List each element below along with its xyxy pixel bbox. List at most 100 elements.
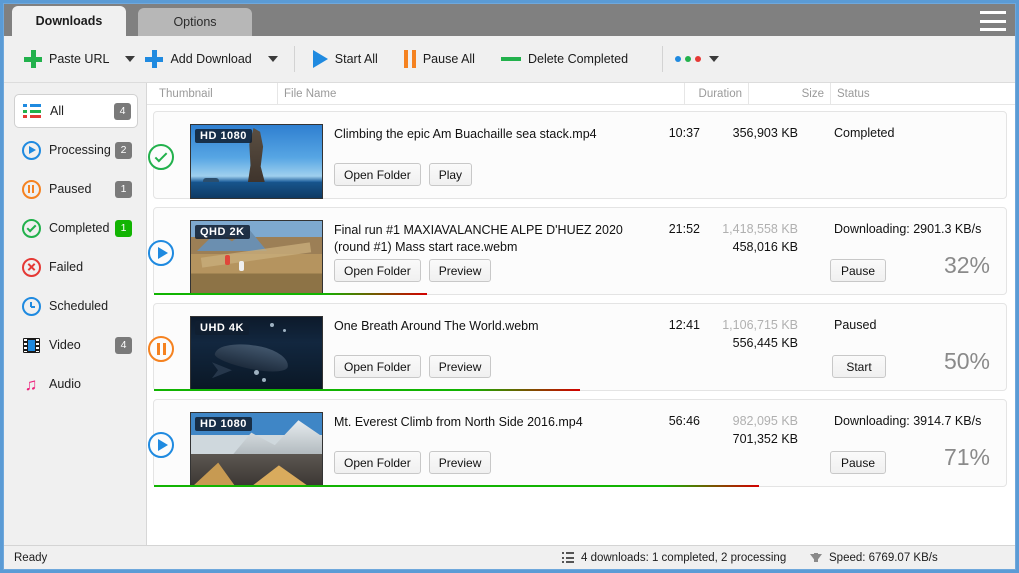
status-speed-text: Speed: 6769.07 KB/s bbox=[829, 551, 938, 564]
hamburger-line bbox=[980, 28, 1006, 31]
status-text: Downloading: 2901.3 KB/s bbox=[834, 222, 982, 236]
file-name: Final run #1 MAXIAVALANCHE ALPE D'HUEZ 2… bbox=[334, 223, 623, 254]
duration-value: 56:46 bbox=[668, 414, 700, 428]
plus-icon bbox=[145, 50, 164, 68]
column-header-status[interactable]: Status bbox=[830, 82, 1015, 105]
sidebar-item-paused[interactable]: Paused 1 bbox=[14, 172, 138, 206]
pause-icon bbox=[403, 50, 416, 68]
sidebar-item-label: Failed bbox=[49, 260, 84, 274]
open-folder-button[interactable]: Open Folder bbox=[334, 451, 421, 474]
open-folder-button[interactable]: Open Folder bbox=[334, 355, 421, 378]
open-folder-button[interactable]: Open Folder bbox=[334, 163, 421, 186]
paste-url-button[interactable]: Paste URL bbox=[18, 42, 115, 76]
column-header-file-name[interactable]: File Name bbox=[277, 82, 684, 105]
play-button[interactable]: Play bbox=[428, 163, 473, 186]
column-header-size[interactable]: Size bbox=[748, 82, 830, 105]
size-downloaded-value: 458,016 KB bbox=[732, 240, 798, 254]
add-download-button[interactable]: Add Download bbox=[139, 42, 257, 76]
thumbnail[interactable]: QHD 2K bbox=[190, 220, 323, 295]
table-row[interactable]: HD 1080 Mt. Everest Climb from North Sid… bbox=[148, 399, 1007, 487]
play-circle-icon bbox=[20, 139, 42, 161]
clock-icon bbox=[20, 295, 42, 317]
sidebar-item-scheduled[interactable]: Scheduled bbox=[14, 289, 138, 323]
start-all-button[interactable]: Start All bbox=[307, 42, 384, 76]
list-icon bbox=[21, 100, 43, 122]
sidebar-item-failed[interactable]: Failed bbox=[14, 250, 138, 284]
delete-completed-button[interactable]: Delete Completed bbox=[495, 42, 634, 76]
music-note-icon: ♫ bbox=[24, 374, 38, 394]
preview-button[interactable]: Preview bbox=[428, 259, 492, 282]
start-button[interactable]: Start bbox=[832, 355, 886, 378]
check-circle-icon bbox=[20, 217, 42, 239]
overflow-chevron-down-icon[interactable] bbox=[709, 56, 720, 62]
error-circle-icon bbox=[20, 256, 42, 278]
sidebar-item-label: All bbox=[50, 104, 64, 118]
thumbnail[interactable]: HD 1080 bbox=[190, 124, 323, 199]
sidebar-item-label: Completed bbox=[49, 221, 110, 235]
tab-options[interactable]: Options bbox=[138, 8, 252, 36]
column-header-duration[interactable]: Duration bbox=[684, 82, 748, 105]
row-actions: Open Folder Preview bbox=[334, 355, 492, 378]
hamburger-menu-icon[interactable] bbox=[980, 11, 1006, 31]
status-ready-text: Ready bbox=[14, 551, 48, 564]
play-circle-icon[interactable] bbox=[148, 240, 174, 266]
sidebar-item-processing[interactable]: Processing 2 bbox=[14, 133, 138, 167]
download-rows: HD 1080 Climbing the epic Am Buachaille … bbox=[147, 105, 1015, 545]
list-icon bbox=[562, 552, 574, 563]
thumbnail[interactable]: HD 1080 bbox=[190, 412, 323, 487]
pause-all-button[interactable]: Pause All bbox=[398, 42, 481, 76]
preview-button[interactable]: Preview bbox=[428, 355, 492, 378]
toolbar-divider bbox=[293, 46, 295, 72]
preview-button[interactable]: Preview bbox=[428, 451, 492, 474]
check-circle-icon bbox=[148, 144, 174, 170]
progress-bar bbox=[154, 293, 427, 295]
film-icon bbox=[20, 334, 42, 356]
table-row[interactable]: HD 1080 Climbing the epic Am Buachaille … bbox=[148, 111, 1007, 199]
toolbar: Paste URL Add Download Start All Pause A… bbox=[4, 36, 1015, 83]
table-row[interactable]: QHD 2K Final run #1 MAXIAVALANCHE ALPE D… bbox=[148, 207, 1007, 295]
file-name: One Breath Around The World.webm bbox=[334, 319, 539, 333]
size-total-value: 1,418,558 KB bbox=[722, 222, 798, 236]
overflow-menu-button[interactable] bbox=[675, 42, 729, 76]
sidebar-item-label: Scheduled bbox=[49, 299, 109, 313]
status-speed: Speed: 6769.07 KB/s bbox=[810, 552, 938, 564]
duration-value: 10:37 bbox=[668, 126, 700, 140]
paste-url-dropdown-chevron-down-icon[interactable] bbox=[125, 56, 136, 62]
open-folder-button[interactable]: Open Folder bbox=[334, 259, 421, 282]
thumbnail[interactable]: UHD 4K bbox=[190, 316, 323, 391]
column-header-row: Thumbnail File Name Duration Size Status bbox=[147, 82, 1015, 105]
status-counts: 4 downloads: 1 completed, 2 processing bbox=[562, 552, 786, 564]
status-text: Paused bbox=[834, 318, 877, 332]
sidebar-item-audio[interactable]: ♫ Audio bbox=[14, 367, 138, 401]
toolbar-divider bbox=[662, 46, 664, 72]
play-circle-icon[interactable] bbox=[148, 432, 174, 458]
sidebar-item-all[interactable]: All 4 bbox=[14, 94, 138, 128]
status-counts-text: 4 downloads: 1 completed, 2 processing bbox=[581, 551, 787, 564]
size-total-value: 1,106,715 KB bbox=[722, 318, 798, 332]
plus-icon bbox=[24, 50, 42, 68]
status-bar: Ready 4 downloads: 1 completed, 2 proces… bbox=[4, 545, 1015, 569]
row-actions: Open Folder Preview bbox=[334, 259, 492, 282]
column-header-label: Size bbox=[801, 87, 824, 100]
table-row[interactable]: UHD 4K One Breath Around The World.webm … bbox=[148, 303, 1007, 391]
add-download-dropdown-chevron-down-icon[interactable] bbox=[267, 56, 278, 62]
tab-downloads[interactable]: Downloads bbox=[12, 6, 126, 36]
pause-button[interactable]: Pause bbox=[829, 259, 886, 282]
sidebar-badge: 4 bbox=[114, 102, 131, 120]
start-all-label: Start All bbox=[334, 52, 378, 66]
column-header-thumbnail[interactable]: Thumbnail bbox=[147, 83, 277, 105]
pause-button[interactable]: Pause bbox=[829, 451, 886, 474]
download-list-panel: Thumbnail File Name Duration Size Status bbox=[147, 82, 1015, 545]
sidebar-item-completed[interactable]: Completed 1 bbox=[14, 211, 138, 245]
application-window: Downloads Options Paste URL Add Download… bbox=[0, 0, 1019, 573]
sidebar-item-label: Processing bbox=[49, 143, 111, 157]
sidebar-item-label: Audio bbox=[49, 377, 81, 391]
size-total-value: 982,095 KB bbox=[732, 414, 798, 428]
pause-circle-icon[interactable] bbox=[148, 336, 174, 362]
minus-icon bbox=[500, 57, 521, 61]
row-actions: Open Folder Preview bbox=[334, 451, 492, 474]
add-download-label: Add Download bbox=[170, 52, 252, 66]
tab-downloads-label: Downloads bbox=[35, 14, 103, 28]
sidebar-item-video[interactable]: Video 4 bbox=[14, 328, 138, 362]
size-downloaded-value: 701,352 KB bbox=[732, 432, 798, 446]
